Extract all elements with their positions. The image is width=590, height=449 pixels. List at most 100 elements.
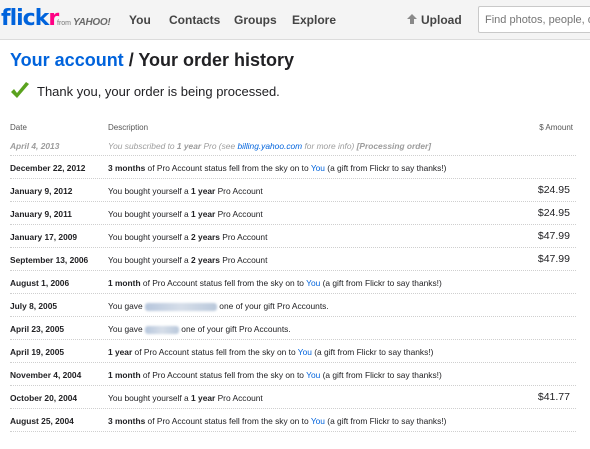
desc-duration: 1 year <box>176 141 202 151</box>
order-rows: December 22, 2012 3 months of Pro Account… <box>10 156 576 432</box>
from-yahoo-tagline: from YAHOO! <box>57 17 111 28</box>
processing-status: [Processing order] <box>356 141 432 151</box>
table-row: October 20, 2004 You bought yourself a 1 … <box>10 386 576 409</box>
you-link[interactable]: You <box>298 347 312 357</box>
desc-text: Pro Account <box>215 209 263 219</box>
desc-text: You bought yourself a <box>108 393 192 403</box>
row-date: April 23, 2005 <box>10 324 65 334</box>
column-header-date: Date <box>10 123 27 132</box>
your-account-link[interactable]: Your account <box>10 50 124 70</box>
upload-arrow-icon <box>407 14 417 24</box>
table-row: November 4, 2004 1 month of Pro Account s… <box>10 363 576 386</box>
desc-text: You subscribed to <box>108 141 177 151</box>
desc-text: You gave <box>108 324 145 334</box>
desc-text: Pro Account <box>215 393 263 403</box>
desc-text: Pro Account <box>215 186 263 196</box>
desc-text: You gave <box>108 301 145 311</box>
row-description: 1 month of Pro Account status fell from … <box>108 370 442 380</box>
order-history-heading: Your order history <box>138 50 295 70</box>
row-amount: $47.99 <box>537 253 570 265</box>
table-row: April 19, 2005 1 year of Pro Account stat… <box>10 340 576 363</box>
nav-contacts[interactable]: Contacts <box>169 13 220 27</box>
row-date: August 25, 2004 <box>10 416 74 426</box>
you-link[interactable]: You <box>311 163 325 173</box>
table-row: April 23, 2005 You gave one of your gift … <box>10 317 576 340</box>
you-link[interactable]: You <box>306 278 320 288</box>
desc-duration: 1 year <box>191 186 216 196</box>
row-amount: $24.95 <box>537 184 570 196</box>
desc-text: (a gift from Flickr to say thanks!) <box>320 370 442 380</box>
row-amount: $47.99 <box>537 230 570 242</box>
desc-text: (a gift from Flickr to say thanks!) <box>320 278 442 288</box>
you-link[interactable]: You <box>306 370 320 380</box>
order-table: April 4, 2013 You subscribed to 1 year P… <box>10 134 576 432</box>
row-description: You bought yourself a 2 years Pro Accoun… <box>108 232 267 242</box>
nav-explore[interactable]: Explore <box>292 13 336 27</box>
row-description: You bought yourself a 1 year Pro Account <box>108 186 263 196</box>
row-date: January 17, 2009 <box>10 232 78 242</box>
search-input[interactable] <box>478 6 590 33</box>
desc-text: You bought yourself a <box>108 255 192 265</box>
row-amount: $24.95 <box>537 207 570 219</box>
nav-groups[interactable]: Groups <box>234 13 277 27</box>
upload-button[interactable]: Upload <box>407 13 462 27</box>
row-description: You bought yourself a 1 year Pro Account <box>108 393 263 403</box>
billing-link[interactable]: billing.yahoo.com <box>237 141 302 151</box>
desc-text: (a gift from Flickr to say thanks!) <box>311 347 434 357</box>
checkmark-icon <box>11 82 29 98</box>
table-row: December 22, 2012 3 months of Pro Account… <box>10 156 576 179</box>
table-row: July 8, 2005 You gave one of your gift Pr… <box>10 294 576 317</box>
desc-duration: 2 years <box>191 232 220 242</box>
desc-text: (a gift from Flickr to say thanks!) <box>324 163 447 173</box>
table-row: August 1, 2006 1 month of Pro Account sta… <box>10 271 576 294</box>
row-description: You gave one of your gift Pro Accounts. <box>108 301 329 311</box>
row-date: December 22, 2012 <box>10 163 86 173</box>
desc-duration: 1 month <box>108 278 141 288</box>
table-row: January 17, 2009 You bought yourself a 2 … <box>10 225 576 248</box>
you-link[interactable]: You <box>311 416 325 426</box>
desc-text: for more info) <box>302 141 357 151</box>
logo-text-flick: flick <box>1 6 49 31</box>
row-date: April 19, 2005 <box>10 347 65 357</box>
row-date: April 4, 2013 <box>10 141 60 151</box>
row-date: September 13, 2006 <box>10 255 89 265</box>
from-text: from <box>57 20 71 27</box>
desc-duration: 2 years <box>191 255 220 265</box>
row-description: You gave one of your gift Pro Accounts. <box>108 324 291 334</box>
confirmation-message: Thank you, your order is being processed… <box>10 82 280 100</box>
table-row: January 9, 2011 You bought yourself a 1 y… <box>10 202 576 225</box>
row-date: July 8, 2005 <box>10 301 58 311</box>
desc-text: one of your gift Pro Accounts. <box>178 324 291 334</box>
row-date: January 9, 2012 <box>10 186 73 196</box>
nav-you[interactable]: You <box>129 13 151 27</box>
blurred-username <box>144 302 217 311</box>
row-description: 3 months of Pro Account status fell from… <box>108 163 446 173</box>
desc-text: of Pro Account status fell from the sky … <box>140 370 307 380</box>
column-header-description: Description <box>108 123 149 132</box>
desc-duration: 3 months <box>108 416 146 426</box>
row-amount: $41.77 <box>537 391 570 403</box>
upload-label: Upload <box>421 13 462 27</box>
desc-text: You bought yourself a <box>108 232 192 242</box>
desc-text: of Pro Account status fell from the sky … <box>132 347 298 357</box>
top-nav-bar: flickr from YAHOO! You Contacts Groups E… <box>0 0 590 40</box>
row-date: October 20, 2004 <box>10 393 78 403</box>
row-description: 1 year of Pro Account status fell from t… <box>108 347 433 357</box>
table-row: September 13, 2006 You bought yourself a … <box>10 248 576 271</box>
flickr-logo[interactable]: flickr <box>1 6 59 31</box>
page-title: Your account / Your order history <box>10 50 294 71</box>
desc-text: (a gift from Flickr to say thanks!) <box>324 416 447 426</box>
desc-duration: 3 months <box>108 163 146 173</box>
confirmation-text: Thank you, your order is being processed… <box>37 83 280 99</box>
desc-text: of Pro Account status fell from the sky … <box>145 163 311 173</box>
table-row-pending: April 4, 2013 You subscribed to 1 year P… <box>10 134 576 156</box>
table-row: August 25, 2004 3 months of Pro Account s… <box>10 409 576 432</box>
row-date: November 4, 2004 <box>10 370 82 380</box>
desc-duration: 1 year <box>191 209 216 219</box>
desc-text: Pro Account <box>219 255 268 265</box>
desc-text: You bought yourself a <box>108 186 192 196</box>
row-description: 3 months of Pro Account status fell from… <box>108 416 446 426</box>
blurred-username <box>144 325 179 334</box>
desc-duration: 1 year <box>108 347 133 357</box>
row-description: 1 month of Pro Account status fell from … <box>108 278 442 288</box>
